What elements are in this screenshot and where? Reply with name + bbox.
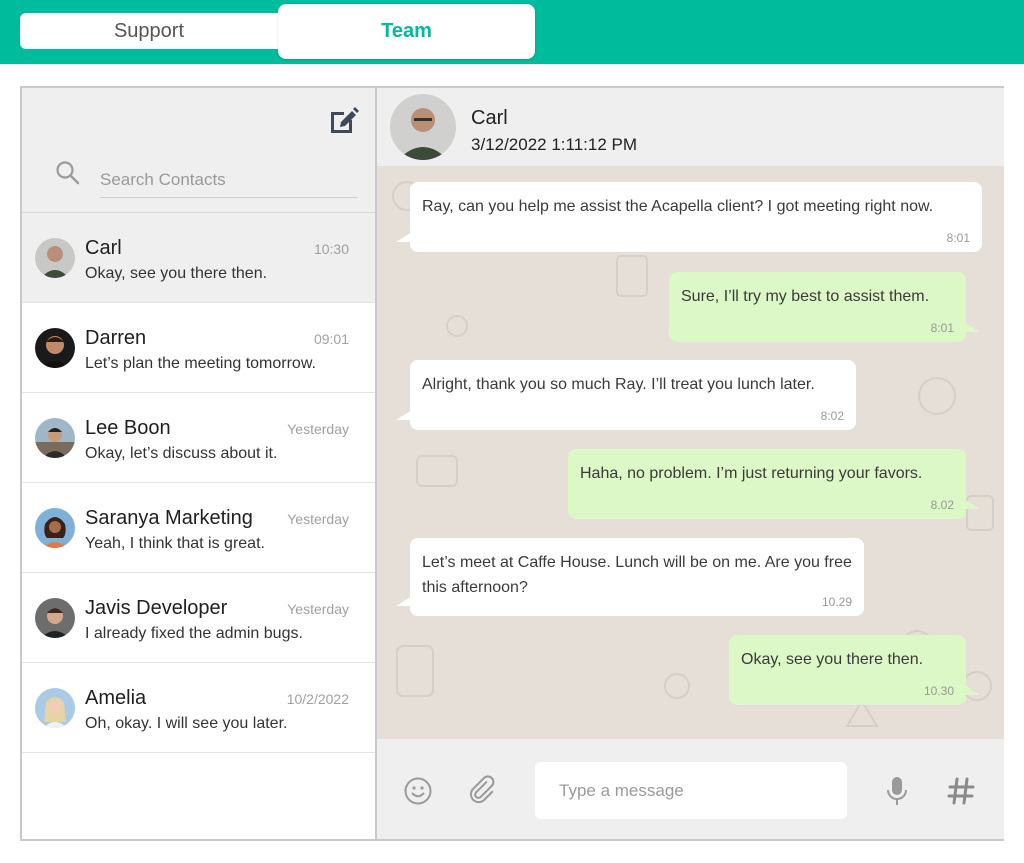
avatar: [35, 598, 75, 638]
chat-avatar[interactable]: [390, 94, 456, 160]
avatar: [35, 688, 75, 728]
message-incoming[interactable]: Alright, thank you so much Ray. I’ll tre…: [396, 360, 856, 430]
avatar: [35, 328, 75, 368]
attachment-icon[interactable]: [467, 774, 501, 808]
contact-name: Darren: [85, 327, 147, 349]
contact-time: 09:01: [313, 331, 349, 347]
tab-support-label: Support: [113, 19, 185, 42]
chat-timestamp: 3/12/2022 1:11:12 PM: [471, 135, 638, 154]
message-time: 8:01: [930, 321, 954, 335]
bubble-tail: [396, 232, 412, 242]
contact-last-message: Yeah, I think that is great.: [85, 535, 265, 552]
message-text: Let’s meet at Caffe House. Lunch will be…: [422, 554, 852, 596]
contact-last-message: Okay, let’s discuss about it.: [85, 445, 278, 462]
top-bar: Support Team: [0, 0, 1024, 64]
avatar: [35, 238, 75, 278]
message-outgoing[interactable]: Sure, I’ll try my best to assist them. 8…: [669, 272, 980, 342]
message-time: 10.29: [821, 595, 852, 609]
contact-item-javis-developer[interactable]: Javis Developer Yesterday I already fixe…: [22, 573, 375, 663]
message-text: Haha, no problem. I’m just returning you…: [580, 465, 923, 482]
contact-last-message: Okay, see you there then.: [85, 265, 268, 282]
bubble-tail: [964, 685, 980, 695]
contact-item-amelia[interactable]: Amelia 10/2/2022 Oh, okay. I will see yo…: [22, 663, 375, 753]
message-area: Ray, can you help me assist the Acapella…: [377, 166, 1004, 739]
contact-item-carl[interactable]: Carl 10:30 Okay, see you there then.: [22, 213, 375, 303]
message-time: 8.02: [930, 498, 954, 512]
contact-name: Amelia: [85, 687, 147, 709]
contact-time: Yesterday: [287, 601, 349, 617]
message-text: Ray, can you help me assist the Acapella…: [422, 198, 934, 215]
search-contacts-input[interactable]: [100, 162, 358, 198]
message-time: 8:01: [946, 231, 970, 245]
message-text: Okay, see you there then.: [741, 651, 924, 668]
message-input[interactable]: [535, 762, 847, 819]
contact-list: Carl 10:30 Okay, see you there then. Dar…: [22, 213, 375, 753]
contact-last-message: Let’s plan the meeting tomorrow.: [85, 355, 316, 372]
tab-team[interactable]: Team: [278, 4, 535, 59]
chat-pane: Carl 3/12/2022 1:11:12 PM Ray, can you h…: [377, 88, 1004, 839]
contact-time: Yesterday: [287, 421, 349, 437]
tab-team-label: Team: [381, 20, 432, 42]
compose-icon[interactable]: [327, 104, 359, 136]
contacts-sidebar: Carl 10:30 Okay, see you there then. Dar…: [22, 88, 377, 839]
avatar: [35, 418, 75, 458]
contact-name: Saranya Marketing: [85, 507, 253, 529]
message-text: Alright, thank you so much Ray. I’ll tre…: [422, 376, 815, 393]
bubble-tail: [964, 322, 980, 332]
message-outgoing[interactable]: Haha, no problem. I’m just returning you…: [568, 449, 980, 519]
message-text: Sure, I’ll try my best to assist them.: [681, 288, 930, 305]
contact-name: Carl: [85, 237, 122, 259]
bubble-tail: [396, 410, 412, 420]
contact-name: Lee Boon: [85, 417, 171, 439]
search-icon: [55, 160, 81, 186]
message-outgoing[interactable]: Okay, see you there then. 10.30: [729, 635, 980, 705]
tab-support[interactable]: Support: [20, 13, 278, 49]
avatar: [35, 508, 75, 548]
chat-header: Carl 3/12/2022 1:11:12 PM: [377, 88, 1004, 166]
contact-item-lee-boon[interactable]: Lee Boon Yesterday Okay, let’s discuss a…: [22, 393, 375, 483]
contact-time: 10/2/2022: [286, 691, 349, 707]
contact-time: 10:30: [313, 241, 349, 257]
contact-item-saranya-marketing[interactable]: Saranya Marketing Yesterday Yeah, I thin…: [22, 483, 375, 573]
bubble-tail: [964, 499, 980, 509]
message-incoming[interactable]: Let’s meet at Caffe House. Lunch will be…: [396, 538, 864, 616]
message-time: 10.30: [923, 684, 954, 698]
chat-contact-name: Carl: [471, 107, 508, 129]
contact-last-message: Oh, okay. I will see you later.: [85, 715, 288, 732]
message-composer: [377, 739, 1004, 839]
contacts-header: [22, 88, 375, 213]
hashtag-icon[interactable]: [944, 774, 978, 808]
microphone-icon[interactable]: [880, 774, 914, 808]
contact-name: Javis Developer: [85, 597, 228, 619]
contact-last-message: I already fixed the admin bugs.: [85, 625, 303, 642]
messenger-panel: Carl 10:30 Okay, see you there then. Dar…: [20, 86, 1004, 841]
message-time: 8:02: [820, 409, 844, 423]
bubble-tail: [396, 596, 412, 606]
contact-time: Yesterday: [287, 511, 349, 527]
contact-item-darren[interactable]: Darren 09:01 Let’s plan the meeting tomo…: [22, 303, 375, 393]
message-incoming[interactable]: Ray, can you help me assist the Acapella…: [396, 182, 982, 252]
emoji-icon[interactable]: [401, 774, 435, 808]
